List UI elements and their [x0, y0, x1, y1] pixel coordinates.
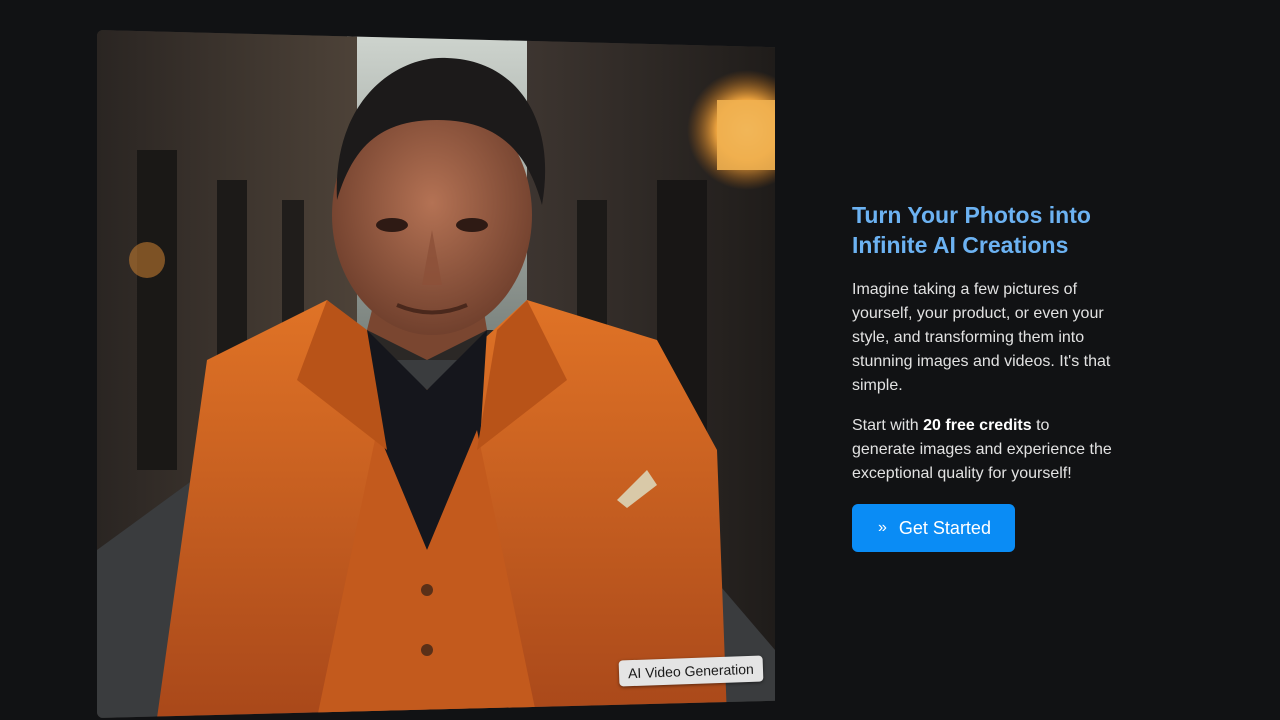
double-chevron-right-icon: » — [878, 519, 887, 536]
credits-prefix: Start with — [852, 417, 924, 434]
promo-title: Turn Your Photos into Infinite AI Creati… — [852, 200, 1112, 260]
promo-title-line2: Infinite AI Creations — [852, 232, 1069, 258]
page: AI Video Generation Turn Your Photos int… — [0, 0, 1280, 720]
get-started-label: Get Started — [898, 517, 991, 538]
hero-image — [97, 30, 775, 718]
promo-title-line1: Turn Your Photos into — [852, 202, 1091, 228]
promo-credits-text: Start with 20 free credits to generate i… — [852, 414, 1112, 486]
hero-illustration — [97, 30, 775, 718]
get-started-button[interactable]: » Get Started — [852, 504, 1015, 552]
promo-description: Imagine taking a few pictures of yoursel… — [852, 281, 1111, 394]
promo-section: Turn Your Photos into Infinite AI Creati… — [852, 200, 1112, 552]
free-credits-highlight: 20 free credits — [923, 417, 1032, 434]
ai-video-generation-badge: AI Video Generation — [618, 655, 764, 687]
